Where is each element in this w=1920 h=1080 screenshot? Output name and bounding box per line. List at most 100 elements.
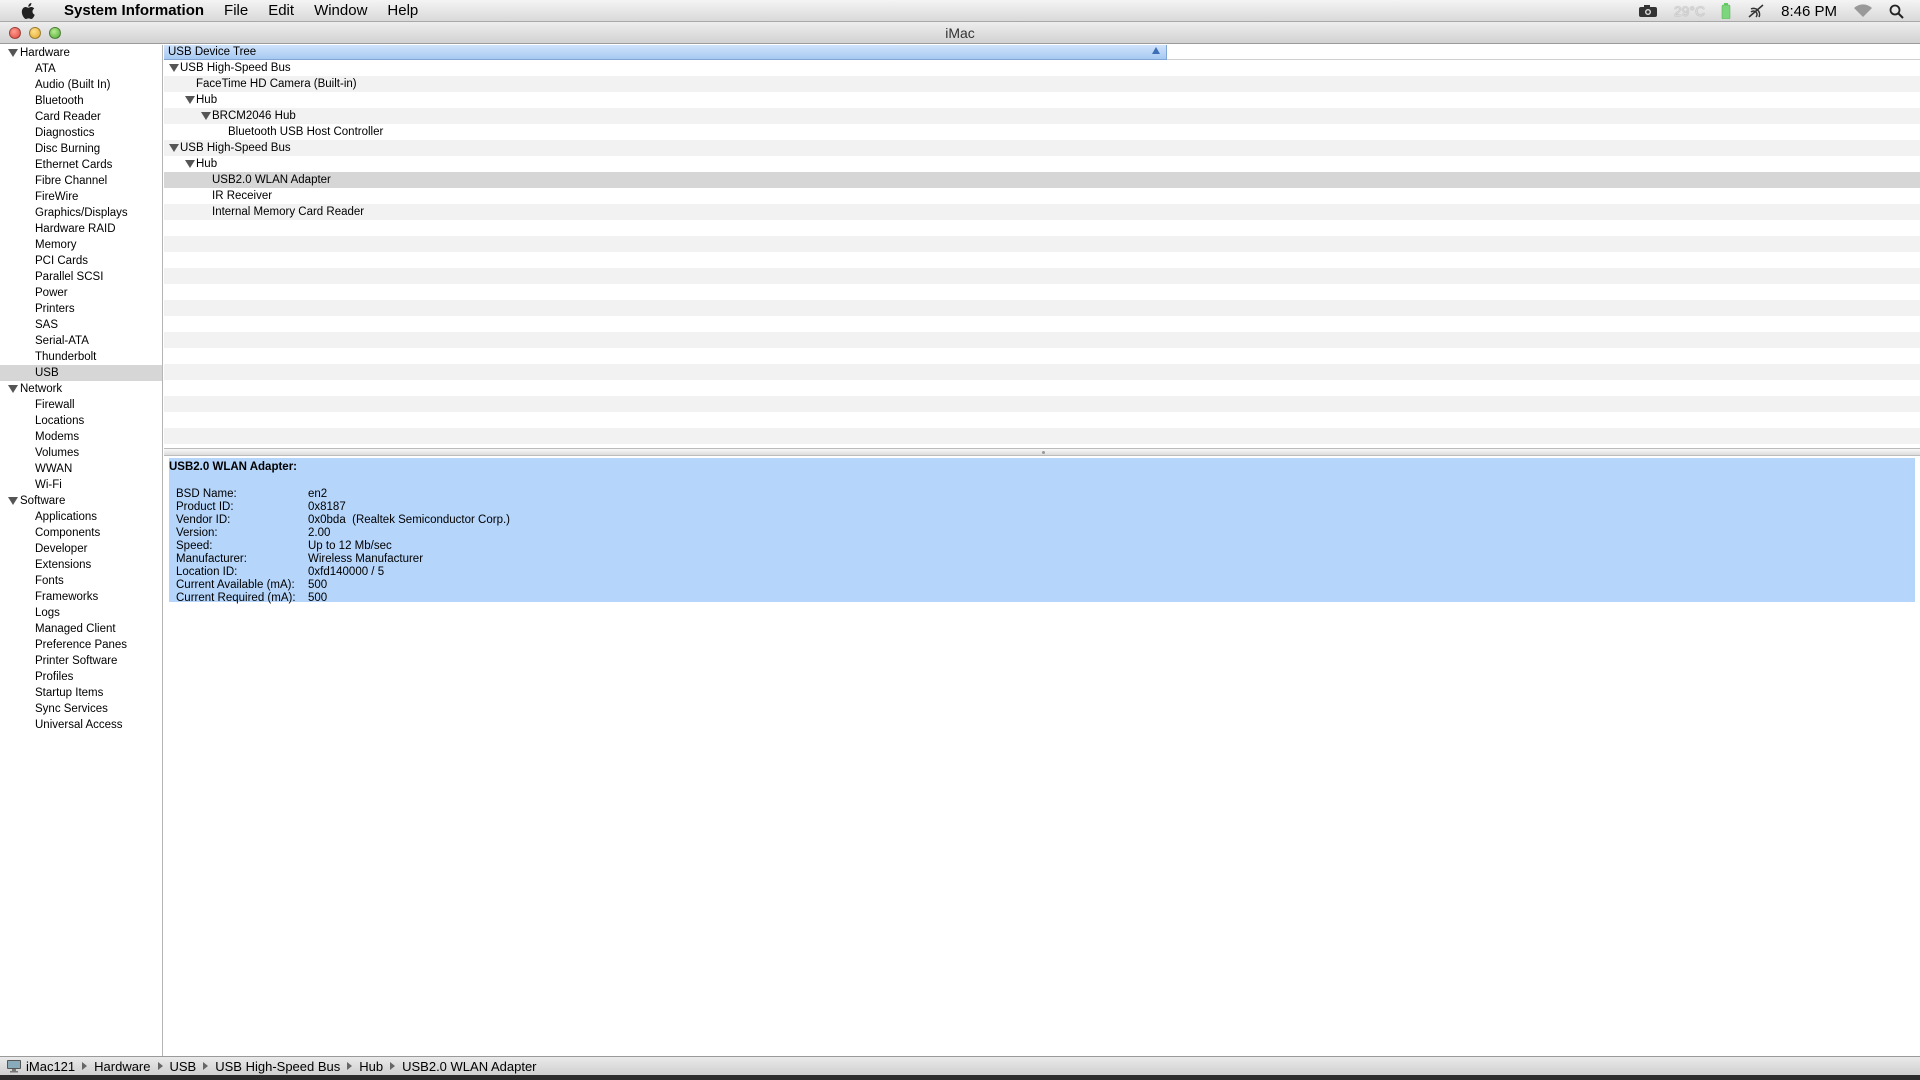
sidebar-item-firewire[interactable]: FireWire <box>0 189 162 205</box>
menu-file[interactable]: File <box>214 0 258 22</box>
tree-row[interactable]: Internal Memory Card Reader <box>164 204 1920 220</box>
tree-row[interactable]: USB High-Speed Bus <box>164 60 1920 76</box>
sidebar-item-hardware-raid[interactable]: Hardware RAID <box>0 221 162 237</box>
sidebar-item-memory[interactable]: Memory <box>0 237 162 253</box>
sidebar-item-serial-ata[interactable]: Serial-ATA <box>0 333 162 349</box>
sidebar-item-wi-fi[interactable]: Wi-Fi <box>0 477 162 493</box>
sidebar-group-software[interactable]: Software <box>0 493 162 509</box>
sidebar-item-diagnostics[interactable]: Diagnostics <box>0 125 162 141</box>
temperature-readout[interactable]: 29°C <box>1674 3 1705 19</box>
sidebar-group-network[interactable]: Network <box>0 381 162 397</box>
disclosure-triangle-icon[interactable] <box>8 497 18 505</box>
sidebar-item-graphics-displays[interactable]: Graphics/Displays <box>0 205 162 221</box>
spotlight-search-icon[interactable] <box>1889 4 1904 19</box>
breadcrumb-item-hub[interactable]: Hub <box>359 1059 383 1074</box>
sidebar-item-profiles[interactable]: Profiles <box>0 669 162 685</box>
sidebar-item-modems[interactable]: Modems <box>0 429 162 445</box>
sidebar-item-fonts[interactable]: Fonts <box>0 573 162 589</box>
detail-field-label: Current Available (mA): <box>176 579 295 591</box>
sidebar-item-volumes[interactable]: Volumes <box>0 445 162 461</box>
sidebar-item-frameworks[interactable]: Frameworks <box>0 589 162 605</box>
sidebar-item-pci-cards[interactable]: PCI Cards <box>0 253 162 269</box>
sidebar-item-preference-panes[interactable]: Preference Panes <box>0 637 162 653</box>
sidebar-item-logs[interactable]: Logs <box>0 605 162 621</box>
battery-icon[interactable] <box>1721 3 1731 19</box>
screen-bottom-edge <box>0 1075 1920 1080</box>
detail-field-vendor-id: Vendor ID: 0x0bda (Realtek Semiconductor … <box>176 514 1915 527</box>
tree-empty-row <box>164 236 1920 252</box>
breadcrumb-item-usb2-0-wlan-adapter[interactable]: USB2.0 WLAN Adapter <box>402 1059 536 1074</box>
breadcrumb-item-usb[interactable]: USB <box>170 1059 197 1074</box>
tree-row-label: USB High-Speed Bus <box>180 142 291 154</box>
sidebar-item-applications[interactable]: Applications <box>0 509 162 525</box>
sidebar-item-startup-items[interactable]: Startup Items <box>0 685 162 701</box>
minimize-window-button[interactable] <box>29 26 41 39</box>
pane-splitter[interactable] <box>164 448 1920 456</box>
tree-row-label: Hub <box>196 158 218 170</box>
menu-edit[interactable]: Edit <box>258 0 304 22</box>
sidebar-item-managed-client[interactable]: Managed Client <box>0 621 162 637</box>
tree-header-label: USB Device Tree <box>168 46 257 58</box>
sidebar-item-developer[interactable]: Developer <box>0 541 162 557</box>
close-window-button[interactable] <box>9 26 21 39</box>
disclosure-triangle-icon[interactable] <box>185 96 195 104</box>
tree-column-header[interactable]: USB Device Tree <box>164 45 1167 60</box>
detail-pane: USB2.0 WLAN Adapter: BSD Name: en2 Product… <box>169 458 1915 604</box>
detail-field-label: Location ID: <box>176 566 238 578</box>
sidebar-item-locations[interactable]: Locations <box>0 413 162 429</box>
disclosure-triangle-icon[interactable] <box>201 112 211 120</box>
menu-app-name[interactable]: System Information <box>54 0 214 22</box>
apple-menu-icon[interactable] <box>18 2 40 20</box>
sidebar-item-power[interactable]: Power <box>0 285 162 301</box>
disclosure-triangle-icon[interactable] <box>169 64 179 72</box>
sidebar-item-parallel-scsi[interactable]: Parallel SCSI <box>0 269 162 285</box>
clock-time[interactable]: 8:46 PM <box>1781 3 1837 20</box>
sidebar-item-disc-burning[interactable]: Disc Burning <box>0 141 162 157</box>
sidebar-item-wwan[interactable]: WWAN <box>0 461 162 477</box>
breadcrumb-item-usb-high-speed-bus[interactable]: USB High-Speed Bus <box>215 1059 340 1074</box>
sidebar-item-ethernet-cards[interactable]: Ethernet Cards <box>0 157 162 173</box>
airplay-icon[interactable] <box>1747 3 1765 19</box>
sidebar-item-usb[interactable]: USB <box>0 365 162 381</box>
disclosure-triangle-icon[interactable] <box>169 144 179 152</box>
tree-row[interactable]: IR Receiver <box>164 188 1920 204</box>
sidebar-item-audio-built-in[interactable]: Audio (Built In) <box>0 77 162 93</box>
wifi-icon[interactable] <box>1853 4 1873 18</box>
sidebar-item-printer-software[interactable]: Printer Software <box>0 653 162 669</box>
tree-row[interactable]: Bluetooth USB Host Controller <box>164 124 1920 140</box>
menu-help[interactable]: Help <box>377 0 428 22</box>
disclosure-triangle-icon[interactable] <box>8 385 18 393</box>
sidebar-item-thunderbolt[interactable]: Thunderbolt <box>0 349 162 365</box>
breadcrumb-separator-icon <box>390 1062 396 1070</box>
disclosure-triangle-icon[interactable] <box>8 49 18 57</box>
tree-row[interactable]: Hub <box>164 156 1920 172</box>
sidebar-item-firewall[interactable]: Firewall <box>0 397 162 413</box>
breadcrumb-item-hardware[interactable]: Hardware <box>94 1059 150 1074</box>
sidebar-item-bluetooth[interactable]: Bluetooth <box>0 93 162 109</box>
breadcrumb-separator-icon <box>347 1062 353 1070</box>
menu-window[interactable]: Window <box>304 0 377 22</box>
sidebar-item-components[interactable]: Components <box>0 525 162 541</box>
sidebar-item-fibre-channel[interactable]: Fibre Channel <box>0 173 162 189</box>
tree-row[interactable]: Hub <box>164 92 1920 108</box>
tree-row[interactable]: BRCM2046 Hub <box>164 108 1920 124</box>
sidebar-item-ata[interactable]: ATA <box>0 61 162 77</box>
sidebar-group-hardware[interactable]: Hardware <box>0 45 162 61</box>
sidebar-item-universal-access[interactable]: Universal Access <box>0 717 162 733</box>
detail-title: USB2.0 WLAN Adapter: <box>169 461 297 473</box>
disclosure-triangle-icon[interactable] <box>185 160 195 168</box>
tree-row[interactable]: USB2.0 WLAN Adapter <box>164 172 1920 188</box>
zoom-window-button[interactable] <box>49 26 61 39</box>
tree-row[interactable]: USB High-Speed Bus <box>164 140 1920 156</box>
sidebar-item-card-reader[interactable]: Card Reader <box>0 109 162 125</box>
sidebar-item-sync-services[interactable]: Sync Services <box>0 701 162 717</box>
sidebar-item-extensions[interactable]: Extensions <box>0 557 162 573</box>
tree-empty-row <box>164 364 1920 380</box>
sidebar-item-printers[interactable]: Printers <box>0 301 162 317</box>
camera-icon[interactable] <box>1638 4 1658 18</box>
tree-empty-row <box>164 268 1920 284</box>
detail-field-label: Manufacturer: <box>176 553 247 565</box>
breadcrumb-item-imac121[interactable]: iMac121 <box>26 1059 75 1074</box>
tree-row[interactable]: FaceTime HD Camera (Built-in) <box>164 76 1920 92</box>
sidebar-item-sas[interactable]: SAS <box>0 317 162 333</box>
